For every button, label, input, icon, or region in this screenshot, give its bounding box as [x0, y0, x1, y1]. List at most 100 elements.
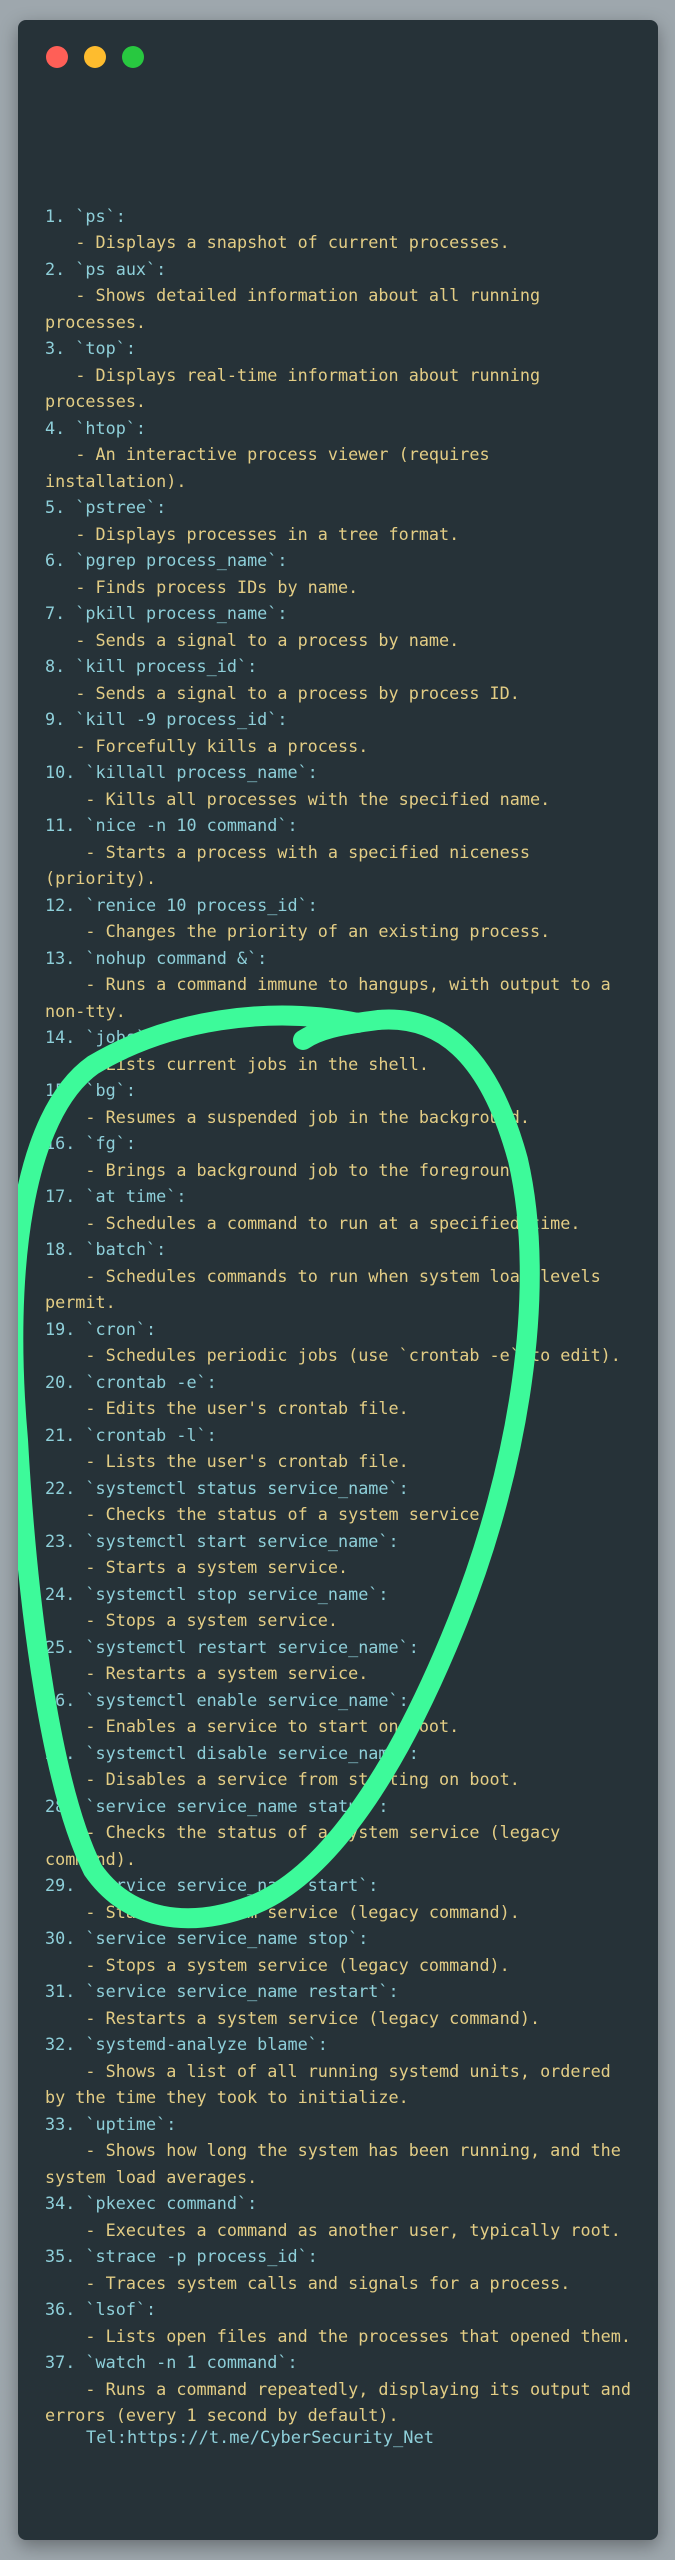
command-description: - Restarts a system service. — [45, 1663, 369, 1683]
command-name: 34. `pkexec command`: — [45, 2193, 258, 2213]
command-name: 20. `crontab -e`: — [45, 1371, 217, 1392]
command-entry: 29. `service service_name start`: - Star… — [45, 1872, 635, 1925]
command-name: 29. `service service_name start`: — [45, 1875, 379, 1895]
command-name: 37. `watch -n 1 command`: — [45, 2352, 298, 2372]
command-entry: 35. `strace -p process_id`: - Traces sys… — [45, 2243, 635, 2296]
command-entry: 11. `nice -n 10 command`: - Starts a pro… — [45, 812, 635, 892]
command-entry: 30. `service service_name stop`: - Stops… — [45, 1925, 635, 1978]
command-entry: 36. `lsof`: - Lists open files and the p… — [45, 2296, 635, 2349]
command-description: - Checks the status of a system service … — [45, 1822, 571, 1869]
command-description: - Schedules a command to run at a specif… — [45, 1212, 581, 1233]
command-description: - Executes a command as another user, ty… — [45, 2219, 621, 2240]
command-name: 6. `pgrep process_name`: — [45, 550, 288, 570]
command-description: - Traces system calls and signals for a … — [45, 2272, 571, 2293]
command-entry: 10. `killall process_name`: - Kills all … — [45, 759, 635, 812]
command-entry: 16. `fg`: - Brings a background job to t… — [45, 1130, 635, 1183]
command-description: - Starts a process with a specified nice… — [45, 841, 541, 889]
command-description: - Finds process IDs by name. — [45, 576, 359, 597]
command-entry: 5. `pstree`: - Displays processes in a t… — [45, 494, 635, 547]
command-entry: 17. `at time`: - Schedules a command to … — [45, 1183, 635, 1236]
command-name: 9. `kill -9 process_id`: — [45, 709, 288, 729]
command-description: - Starts a system service. — [45, 1557, 349, 1577]
command-entry: 15. `bg`: - Resumes a suspended job in t… — [45, 1077, 635, 1130]
command-entry: 23. `systemctl start service_name`: - St… — [45, 1528, 635, 1581]
command-name: 26. `systemctl enable service_name`: — [45, 1689, 409, 1710]
command-name: 19. `cron`: — [45, 1318, 157, 1339]
command-description: - Runs a command repeatedly, displaying … — [45, 2378, 642, 2426]
command-entry: 2. `ps aux`: - Shows detailed informatio… — [45, 256, 635, 336]
command-description: - Kills all processes with the specified… — [45, 788, 551, 809]
command-description: - Edits the user's crontab file. — [45, 1398, 409, 1418]
command-entry: 26. `systemctl enable service_name`: - E… — [45, 1687, 635, 1740]
command-name: 28. `service service_name status`: — [45, 1795, 389, 1816]
command-description: - Displays processes in a tree format. — [45, 523, 460, 544]
command-name: 10. `killall process_name`: — [45, 762, 318, 782]
command-description: - Shows a list of all running systemd un… — [45, 2060, 621, 2108]
command-name: 32. `systemd-analyze blame`: — [45, 2034, 328, 2054]
command-entry: 14. `jobs`: - Lists current jobs in the … — [45, 1024, 635, 1077]
command-entry: 21. `crontab -l`: - Lists the user's cro… — [45, 1422, 635, 1475]
command-name: 23. `systemctl start service_name`: — [45, 1530, 399, 1551]
command-description: - Brings a background job to the foregro… — [45, 1159, 530, 1180]
close-dot[interactable] — [46, 46, 68, 68]
command-list: 1. `ps`: - Displays a snapshot of curren… — [45, 123, 635, 2429]
command-description: - Runs a command immune to hangups, with… — [45, 974, 621, 1021]
command-description: - Stops a system service. — [45, 1610, 339, 1630]
command-entry: 6. `pgrep process_name`: - Finds process… — [45, 547, 635, 600]
window-controls — [46, 46, 144, 68]
command-description: - Checks the status of a system service. — [45, 1504, 490, 1524]
command-name: 22. `systemctl status service_name`: — [45, 1477, 409, 1498]
command-name: 24. `systemctl stop service_name`: — [45, 1583, 389, 1604]
command-description: - Schedules commands to run when system … — [45, 1265, 611, 1313]
command-entry: 20. `crontab -e`: - Edits the user's cro… — [45, 1369, 635, 1422]
command-entry: 8. `kill process_id`: - Sends a signal t… — [45, 653, 635, 706]
command-entry: 12. `renice 10 process_id`: - Changes th… — [45, 892, 635, 945]
minimize-dot[interactable] — [84, 46, 106, 68]
command-name: 33. `uptime`: — [45, 2113, 177, 2134]
command-name: 11. `nice -n 10 command`: — [45, 815, 298, 835]
command-description: - Restarts a system service (legacy comm… — [45, 2007, 541, 2028]
command-name: 35. `strace -p process_id`: — [45, 2246, 318, 2266]
command-name: 12. `renice 10 process_id`: — [45, 894, 318, 915]
command-entry: 22. `systemctl status service_name`: - C… — [45, 1475, 635, 1528]
command-description: - Sends a signal to a process by name. — [45, 629, 460, 650]
command-description: - Lists current jobs in the shell. — [45, 1053, 429, 1074]
command-name: 25. `systemctl restart service_name`: — [45, 1636, 419, 1657]
command-description: - Forcefully kills a process. — [45, 735, 369, 756]
command-name: 15. `bg`: — [45, 1080, 136, 1100]
footer-contact: Tel:https://t.me/CyberSecurity_Net — [86, 2428, 434, 2448]
command-description: - Schedules periodic jobs (use `crontab … — [45, 1345, 621, 1365]
command-description: - Resumes a suspended job in the backgro… — [45, 1106, 530, 1127]
command-name: 5. `pstree`: — [45, 497, 167, 517]
command-name: 2. `ps aux`: — [45, 258, 167, 279]
command-entry: 7. `pkill process_name`: - Sends a signa… — [45, 600, 635, 653]
command-entry: 24. `systemctl stop service_name`: - Sto… — [45, 1581, 635, 1634]
command-name: 4. `htop`: — [45, 417, 147, 438]
command-description: - Disables a service from starting on bo… — [45, 1769, 520, 1789]
command-name: 13. `nohup command &`: — [45, 947, 268, 968]
command-description: - Displays a snapshot of current process… — [45, 232, 510, 252]
command-description: - Shows how long the system has been run… — [45, 2140, 631, 2187]
command-name: 3. `top`: — [45, 338, 136, 358]
command-entry: 34. `pkexec command`: - Executes a comma… — [45, 2190, 635, 2243]
command-description: - Lists open files and the processes tha… — [45, 2325, 631, 2346]
command-name: 21. `crontab -l`: — [45, 1424, 217, 1445]
command-name: 31. `service service_name restart`: — [45, 1981, 399, 2001]
command-entry: 37. `watch -n 1 command`: - Runs a comma… — [45, 2349, 635, 2429]
command-name: 1. `ps`: — [45, 205, 126, 226]
command-description: - Displays real-time information about r… — [45, 364, 551, 412]
command-name: 18. `batch`: — [45, 1239, 167, 1259]
command-entry: 13. `nohup command &`: - Runs a command … — [45, 945, 635, 1025]
command-entry: 3. `top`: - Displays real-time informati… — [45, 335, 635, 415]
command-description: - Sends a signal to a process by process… — [45, 682, 520, 703]
command-description: - Starts a system service (legacy comman… — [45, 1901, 520, 1922]
command-name: 27. `systemctl disable service_name`: — [45, 1742, 419, 1763]
code-window: 1. `ps`: - Displays a snapshot of curren… — [18, 20, 658, 2540]
maximize-dot[interactable] — [122, 46, 144, 68]
command-name: 16. `fg`: — [45, 1133, 136, 1153]
command-description: - Changes the priority of an existing pr… — [45, 921, 551, 941]
command-name: 30. `service service_name stop`: — [45, 1928, 369, 1948]
command-entry: 27. `systemctl disable service_name`: - … — [45, 1740, 635, 1793]
command-name: 7. `pkill process_name`: — [45, 603, 288, 623]
command-name: 14. `jobs`: — [45, 1027, 157, 1047]
